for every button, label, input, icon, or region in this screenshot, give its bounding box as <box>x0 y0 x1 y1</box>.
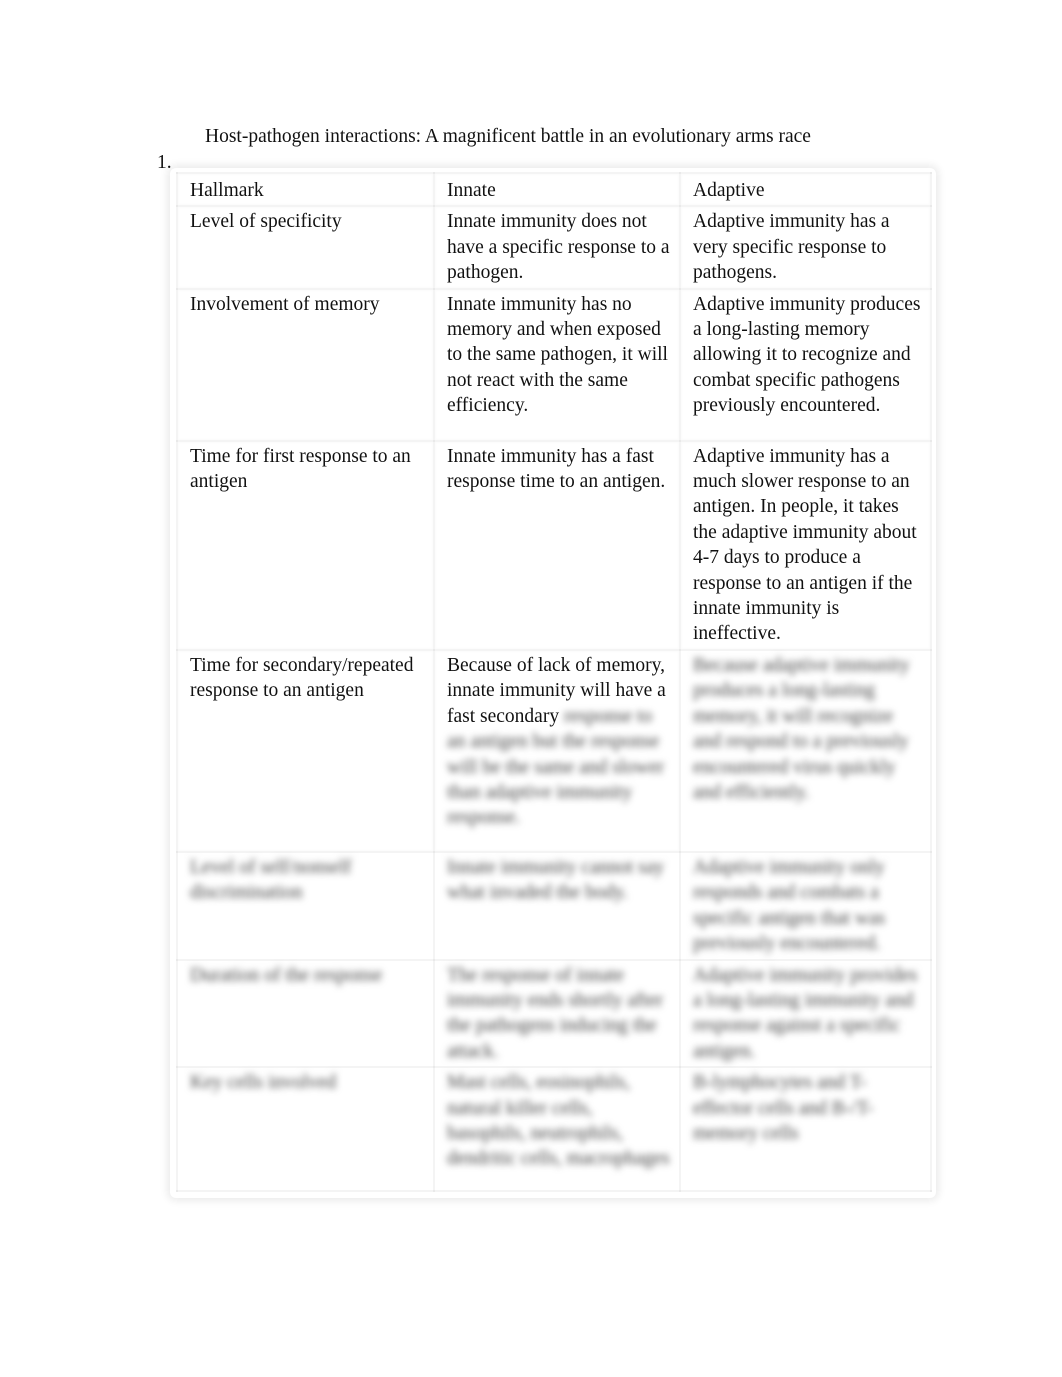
cell-hallmark-blurred: Key cells involved <box>176 1066 435 1193</box>
comparison-table-container: Hallmark Innate Adaptive Level of specif… <box>176 171 932 1193</box>
cell-adaptive: Adaptive immunity has a very specific re… <box>679 205 932 290</box>
cell-innate-blurred: Innate immunity cannot say what invaded … <box>433 850 681 961</box>
header-hallmark: Hallmark <box>176 171 435 208</box>
cell-adaptive: Adaptive immunity has a much slower resp… <box>679 439 932 651</box>
cell-adaptive-blurred: Adaptive immunity provides a long-lastin… <box>679 958 932 1069</box>
table-header-row: Hallmark Innate Adaptive <box>176 171 932 208</box>
table-row: Time for first response to an antigen In… <box>176 439 932 651</box>
cell-innate-blurred: Mast cells, eosinophils, natural killer … <box>433 1066 681 1193</box>
cell-innate: Because of lack of memory, innate immuni… <box>433 648 681 853</box>
list-number: 1. <box>157 152 172 173</box>
cell-hallmark: Time for secondary/repeated response to … <box>176 648 435 853</box>
document-title: Host-pathogen interactions: A magnificen… <box>205 126 811 147</box>
table-row: Duration of the response The response of… <box>176 958 932 1069</box>
cell-adaptive: Adaptive immunity produces a long-lastin… <box>679 287 932 442</box>
cell-hallmark-blurred: Level of self/nonself discrimination <box>176 850 435 961</box>
cell-hallmark: Level of specificity <box>176 205 435 290</box>
cell-hallmark-blurred: Duration of the response <box>176 958 435 1069</box>
cell-hallmark: Involvement of memory <box>176 287 435 442</box>
table-row: Level of specificity Innate immunity doe… <box>176 205 932 290</box>
header-innate: Innate <box>433 171 681 208</box>
cell-hallmark: Time for first response to an antigen <box>176 439 435 651</box>
cell-innate: Innate immunity has a fast response time… <box>433 439 681 651</box>
table-row: Level of self/nonself discrimination Inn… <box>176 850 932 961</box>
cell-innate-blurred: The response of innate immunity ends sho… <box>433 958 681 1069</box>
header-adaptive: Adaptive <box>679 171 932 208</box>
cell-adaptive-blurred: B-lymphocytes and T-effector cells and B… <box>679 1066 932 1193</box>
table-row: Involvement of memory Innate immunity ha… <box>176 287 932 442</box>
table-row: Key cells involved Mast cells, eosinophi… <box>176 1066 932 1193</box>
cell-innate: Innate immunity does not have a specific… <box>433 205 681 290</box>
cell-adaptive-blurred: Adaptive immunity only responds and comb… <box>679 850 932 961</box>
cell-innate: Innate immunity has no memory and when e… <box>433 287 681 442</box>
table-row: Time for secondary/repeated response to … <box>176 648 932 853</box>
cell-adaptive-blurred: Because adaptive immunity produces a lon… <box>679 648 932 853</box>
immunity-comparison-table: Hallmark Innate Adaptive Level of specif… <box>176 171 932 1193</box>
